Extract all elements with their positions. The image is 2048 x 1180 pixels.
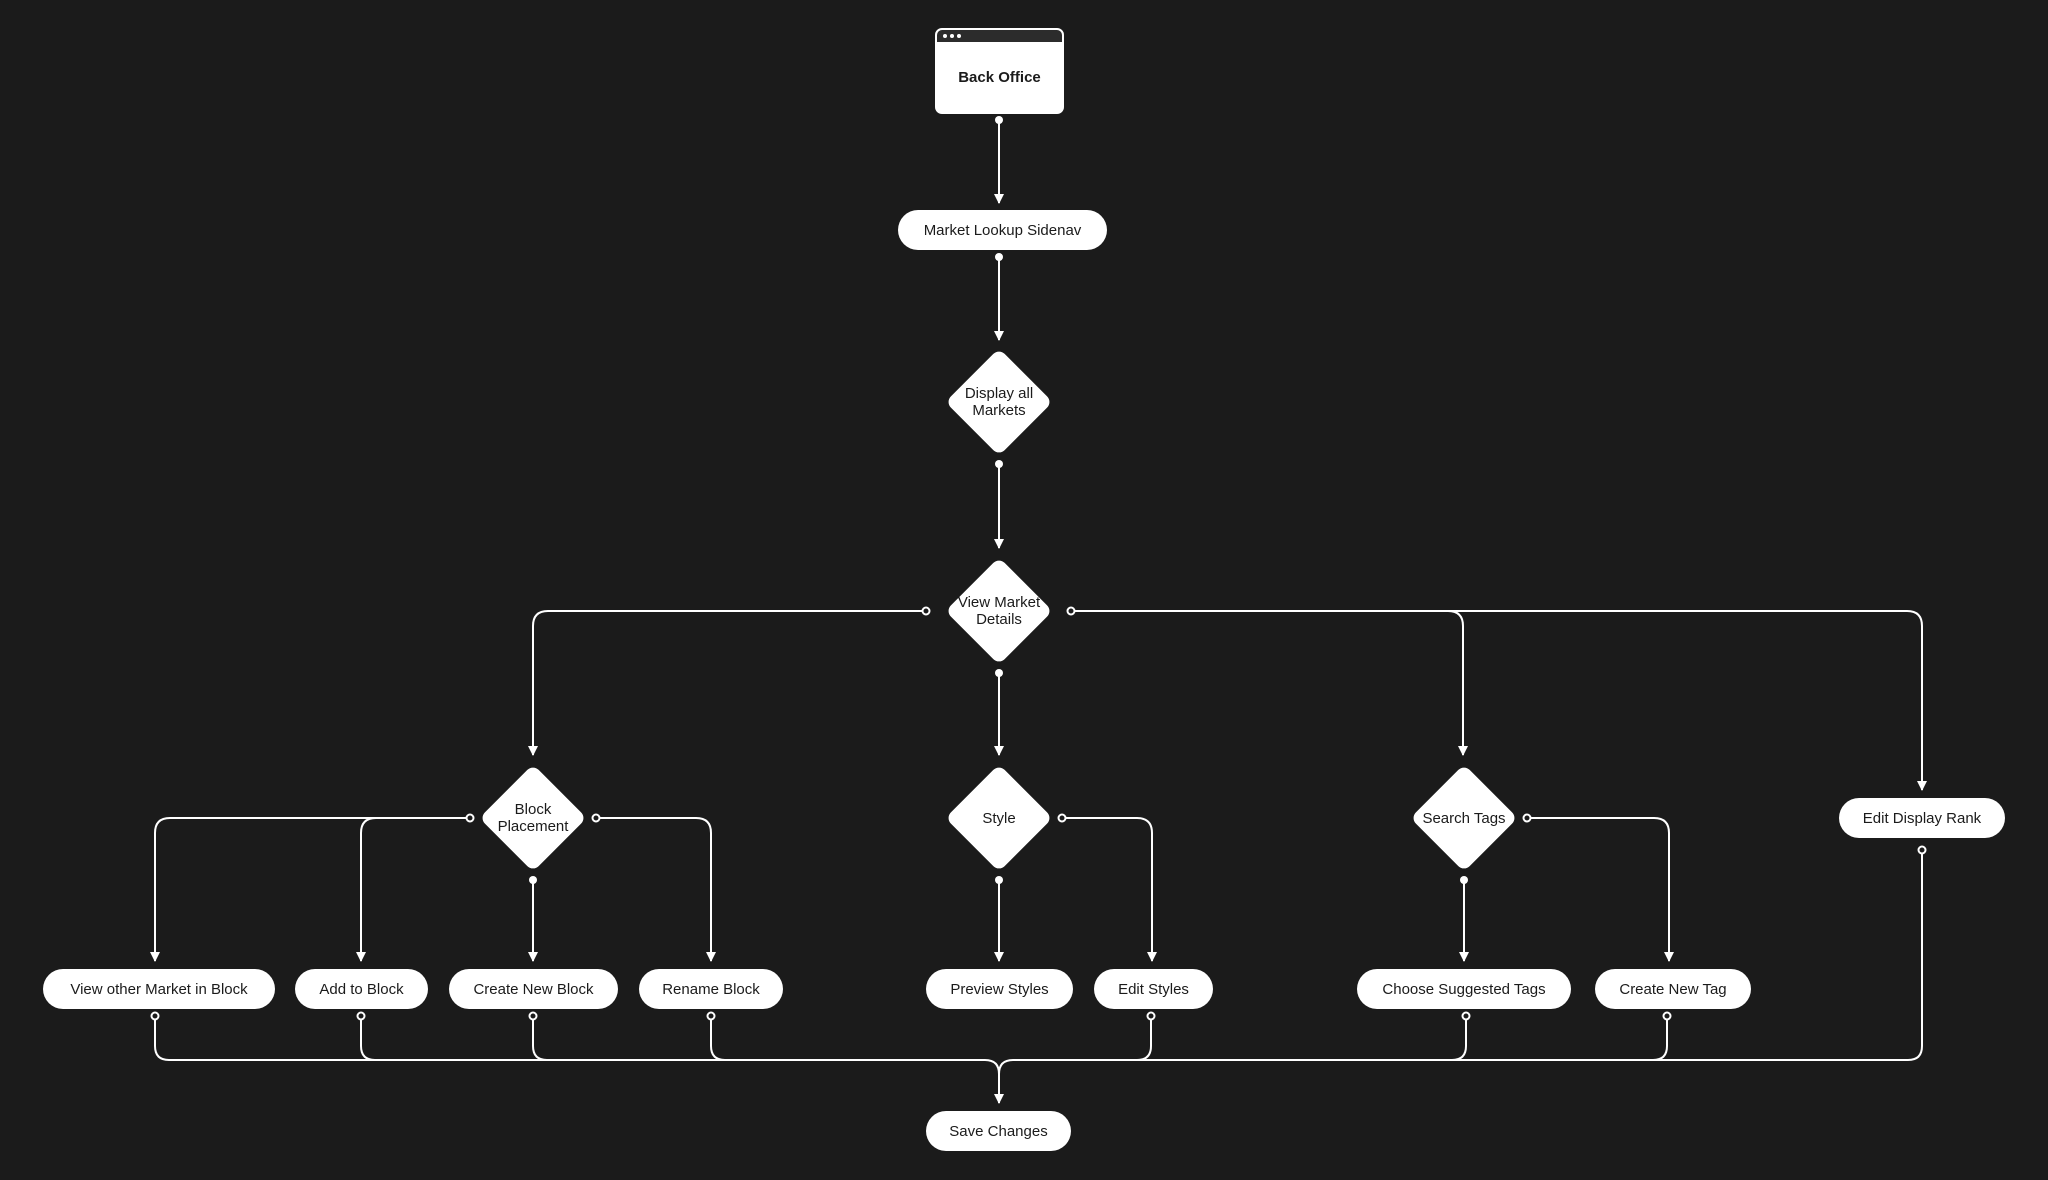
edge-choose-tags-to-bus [1451, 1016, 1467, 1061]
port [465, 813, 475, 823]
edge-view-details-to-search-tags [1071, 610, 1468, 756]
node-label: Back Office [958, 68, 1041, 86]
port [150, 1011, 160, 1021]
node-label: Edit Styles [1118, 980, 1189, 998]
port [995, 116, 1003, 124]
port [921, 606, 931, 616]
edge-create-tag-to-bus [1652, 1016, 1668, 1061]
edge-edit-styles-to-bus [1136, 1016, 1152, 1061]
port [1662, 1011, 1672, 1021]
node-label: Rename Block [662, 980, 760, 998]
port [591, 813, 601, 823]
node-market-lookup-sidenav[interactable]: Market Lookup Sidenav [898, 210, 1107, 250]
node-view-other-market-in-block[interactable]: View other Market in Block [43, 969, 275, 1009]
port [995, 669, 1003, 677]
port [1460, 876, 1468, 884]
node-label: Create New Tag [1619, 980, 1727, 998]
node-label: Block Placement [497, 801, 569, 835]
node-label: View other Market in Block [70, 980, 248, 998]
node-choose-suggested-tags[interactable]: Choose Suggested Tags [1357, 969, 1571, 1009]
node-search-tags[interactable]: Search Tags [1409, 763, 1519, 873]
node-rename-block[interactable]: Rename Block [639, 969, 783, 1009]
node-block-placement[interactable]: Block Placement [478, 763, 588, 873]
port [995, 253, 1003, 261]
edge-style-to-edit [1062, 817, 1157, 962]
node-back-office[interactable]: Back Office [935, 28, 1064, 114]
window-titlebar [937, 30, 1062, 42]
edge-add-block-to-bus [360, 1016, 376, 1061]
node-label: Market Lookup Sidenav [923, 221, 1082, 239]
edge-create-block-to-bus [532, 1016, 548, 1061]
edge-block-placement-to-view-other [150, 817, 470, 962]
node-label: Preview Styles [950, 980, 1049, 998]
node-label: Add to Block [319, 980, 404, 998]
port [1146, 1011, 1156, 1021]
edge-view-details-to-block-placement [528, 610, 926, 756]
node-label: Choose Suggested Tags [1382, 980, 1546, 998]
port [529, 876, 537, 884]
edge-block-placement-to-add-block [356, 817, 377, 962]
node-create-new-block[interactable]: Create New Block [449, 969, 618, 1009]
node-label: Create New Block [473, 980, 594, 998]
edge-bus-right [998, 1059, 1908, 1075]
port [995, 460, 1003, 468]
edge-view-other-to-bus [154, 1016, 1004, 1104]
node-style[interactable]: Style [944, 763, 1054, 873]
node-label: Edit Display Rank [1862, 809, 1982, 827]
node-edit-display-rank[interactable]: Edit Display Rank [1839, 798, 2005, 838]
node-edit-styles[interactable]: Edit Styles [1094, 969, 1213, 1009]
node-label: Style [982, 809, 1016, 827]
port [995, 876, 1003, 884]
node-label: Display all Markets [964, 385, 1034, 419]
window-dot-icon [957, 34, 961, 38]
port [1461, 1011, 1471, 1021]
node-add-to-block[interactable]: Add to Block [295, 969, 428, 1009]
node-display-all-markets[interactable]: Display all Markets [944, 347, 1054, 457]
window-dot-icon [950, 34, 954, 38]
edge-block-placement-to-rename-block [596, 817, 716, 962]
edge-view-details-to-edit-rank [1448, 610, 1927, 791]
edge-edit-rank-to-bus [1907, 850, 1923, 1061]
edge-search-tags-to-create-tag [1527, 817, 1674, 962]
port [528, 1011, 538, 1021]
port [1057, 813, 1067, 823]
node-label: Save Changes [949, 1122, 1048, 1140]
port [1917, 845, 1927, 855]
port [1522, 813, 1532, 823]
node-label: View Market Details [957, 594, 1041, 628]
port [706, 1011, 716, 1021]
port [1066, 606, 1076, 616]
node-view-market-details[interactable]: View Market Details [944, 556, 1054, 666]
edge-rename-block-to-bus [710, 1016, 726, 1061]
node-create-new-tag[interactable]: Create New Tag [1595, 969, 1751, 1009]
node-save-changes[interactable]: Save Changes [926, 1111, 1071, 1151]
window-dot-icon [943, 34, 947, 38]
node-label: Search Tags [1422, 809, 1506, 827]
port [356, 1011, 366, 1021]
node-preview-styles[interactable]: Preview Styles [926, 969, 1073, 1009]
